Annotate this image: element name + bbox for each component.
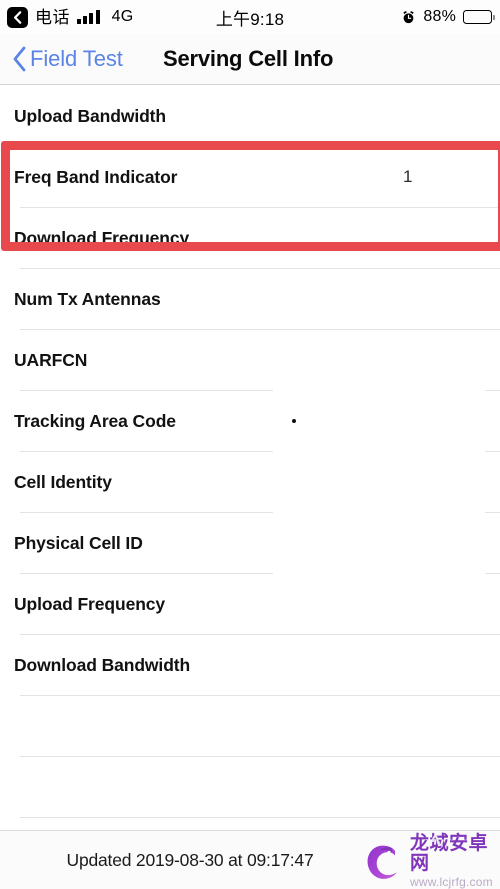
list-row-label: Download Bandwidth [14,654,191,675]
watermark-site-name: 龙城安卓网 [410,832,489,874]
watermark-ghost-mark: ∿ [429,830,446,852]
list-row[interactable]: Upload Frequency [0,574,500,634]
row-value-dot-icon [292,419,296,423]
status-bar-right: 88% [401,8,495,26]
list-row[interactable]: Num Tx Antennas [0,269,500,329]
footer-bar: Updated 2019-08-30 at 09:17:47 ∿ 龙城安卓网 w… [0,830,500,889]
status-bar: 电话 4G 上午9:18 88% [0,0,500,34]
list-row[interactable]: Upload Bandwidth [0,86,500,146]
list-row[interactable]: UARFCN [0,330,500,390]
list-row[interactable]: Physical Cell ID [0,513,500,573]
list-row-label: Download Frequency [14,227,190,248]
navigation-bar: Field Test Serving Cell Info [0,34,500,85]
page-title: Serving Cell Info [163,46,334,71]
dragon-c-logo-icon [367,845,397,879]
list-row-label: Physical Cell ID [14,532,143,553]
list-row[interactable]: Tracking Area Code [0,391,500,451]
list-row-label: Num Tx Antennas [14,288,161,309]
list-row-label: Tracking Area Code [14,410,176,431]
list-separator [0,817,500,818]
list-row-label: UARFCN [14,349,88,370]
battery-percent-label: 88% [423,8,456,25]
chevron-left-icon [13,46,26,72]
list-row-value: 1 [403,167,413,186]
list-row-label: Freq Band Indicator [14,166,178,187]
list-row[interactable]: Freq Band Indicator 1 [0,147,500,207]
phone-screen: 电话 4G 上午9:18 88% Field Test Serving Cell… [0,0,500,889]
list-row[interactable] [0,757,500,817]
alarm-clock-icon [403,10,415,23]
watermark-site-url: www.lcjrfg.com [410,874,493,889]
watermark: ∿ 龙城安卓网 www.lcjrfg.com [362,830,498,889]
list-row-label: Upload Bandwidth [14,105,166,126]
list-row[interactable]: Download Bandwidth [0,635,500,695]
list-row[interactable] [0,696,500,756]
list-row-label: Upload Frequency [14,593,166,614]
battery-icon [463,10,495,24]
list-row[interactable]: Cell Identity [0,452,500,512]
list-row[interactable]: Download Frequency [0,208,500,268]
back-button[interactable]: Field Test [12,46,123,72]
list-row-label: Cell Identity [14,471,112,492]
back-button-label: Field Test [30,46,123,71]
serving-cell-info-list: Upload Bandwidth Freq Band Indicator 1 Down… [0,86,500,818]
